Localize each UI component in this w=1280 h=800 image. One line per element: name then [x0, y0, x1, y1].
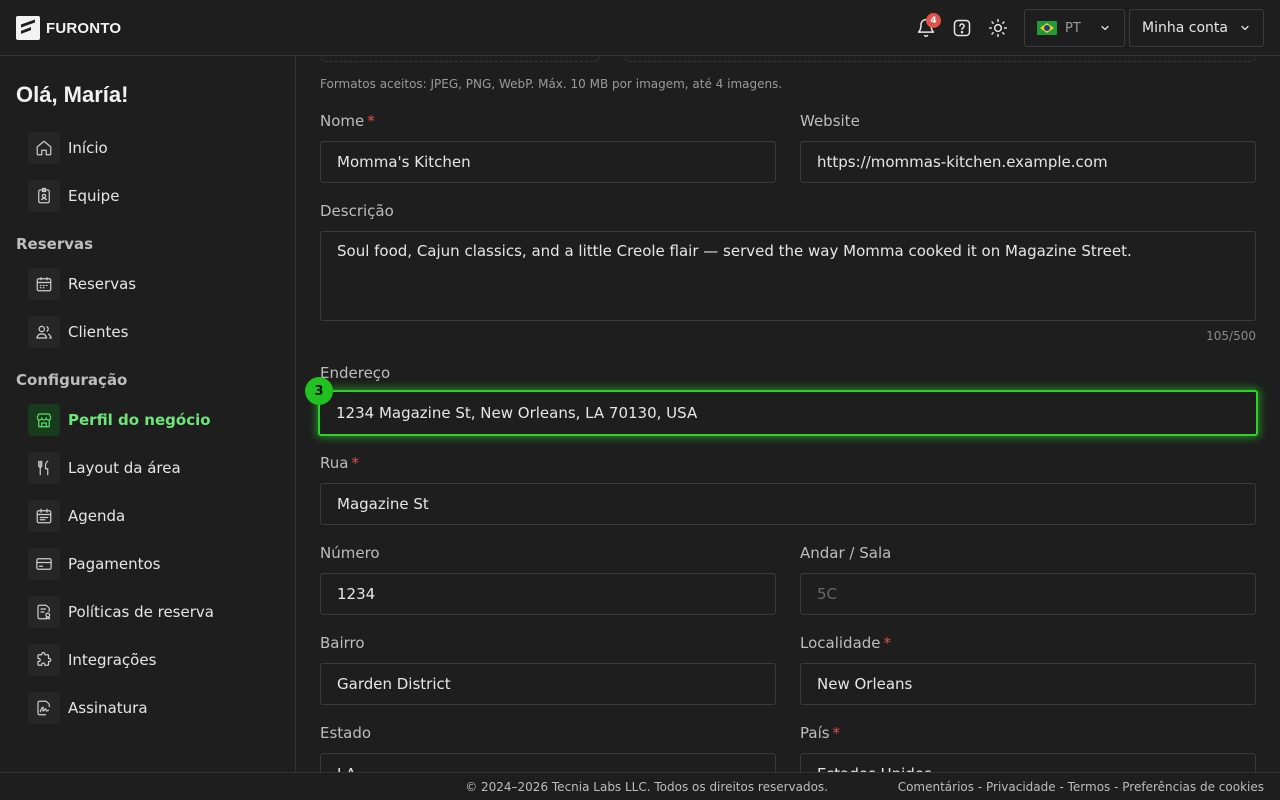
required-mark: *: [832, 724, 841, 742]
sidebar-item-pagamentos[interactable]: Pagamentos: [28, 548, 161, 580]
number-field[interactable]: 1234: [320, 573, 776, 615]
notifications-button[interactable]: 4: [908, 10, 944, 46]
required-mark: *: [351, 454, 359, 472]
brand-logo[interactable]: FURONTO: [16, 16, 121, 40]
floor-field[interactable]: 5C: [800, 573, 1256, 615]
notification-badge: 4: [926, 13, 941, 28]
footer-separator: -: [974, 780, 986, 794]
sidebar-item-politicas-de-reserva[interactable]: Políticas de reserva: [28, 596, 214, 628]
sidebar-item-label: Clientes: [68, 323, 129, 341]
sun-icon: [988, 18, 1008, 38]
calendar-list-icon: [28, 500, 60, 532]
description-char-counter: 105/500: [1206, 329, 1256, 343]
step-marker: 3: [305, 377, 333, 405]
address-label: Endereço: [320, 364, 391, 382]
sidebar-item-inicio[interactable]: Início: [28, 132, 108, 164]
chevron-down-icon: [1101, 25, 1109, 31]
footer-separator: -: [1055, 780, 1068, 794]
credit-card-icon: [28, 548, 60, 580]
floor-label: Andar / Sala: [800, 544, 892, 562]
website-label: Website: [800, 112, 860, 130]
address-field[interactable]: 1234 Magazine St, New Orleans, LA 70130,…: [318, 390, 1258, 436]
section-title-configuracao: Configuração: [16, 371, 128, 389]
sidebar-item-label: Início: [68, 139, 108, 157]
footer-links: Comentários - Privacidade - Termos - Pre…: [898, 780, 1264, 794]
sidebar-item-assinatura[interactable]: Assinatura: [28, 692, 148, 724]
sidebar-item-label: Políticas de reserva: [68, 603, 214, 621]
sidebar-item-label: Agenda: [68, 507, 126, 525]
copyright-text: © 2024–2026 Tecnia Labs LLC. Todos os di…: [465, 780, 828, 794]
home-icon: [28, 132, 60, 164]
calendar-icon: [28, 268, 60, 300]
sidebar-item-label: Assinatura: [68, 699, 148, 717]
top-actions: 4 PT Minha conta: [908, 9, 1264, 47]
account-menu-button[interactable]: Minha conta: [1129, 9, 1264, 47]
sidebar-item-label: Integrações: [68, 651, 157, 669]
chevron-down-icon: [1241, 25, 1249, 31]
sidebar-item-layout-da-area[interactable]: Layout da área: [28, 452, 181, 484]
sidebar-item-reservas[interactable]: Reservas: [28, 268, 136, 300]
footer-link-preferencias-de-cookies[interactable]: Preferências de cookies: [1122, 780, 1264, 794]
users-icon: [28, 316, 60, 348]
sidebar-item-label: Pagamentos: [68, 555, 161, 573]
sidebar-item-equipe[interactable]: Equipe: [28, 180, 119, 212]
sidebar-item-perfil-do-negocio[interactable]: Perfil do negócio: [28, 404, 211, 436]
state-field[interactable]: LA: [320, 753, 776, 772]
state-label: Estado: [320, 724, 372, 742]
name-field[interactable]: Momma's Kitchen: [320, 141, 776, 183]
description-textarea[interactable]: Soul food, Cajun classics, and a little …: [320, 231, 1256, 321]
top-bar: FURONTO 4 PT Minha conta: [0, 0, 1280, 56]
required-mark: *: [367, 112, 375, 130]
brand-name: FURONTO: [46, 19, 122, 37]
image-format-hint: Formatos aceitos: JPEG, PNG, WebP. Máx. …: [320, 77, 783, 91]
footer: © 2024–2026 Tecnia Labs LLC. Todos os di…: [0, 772, 1280, 800]
sidebar-item-label: Equipe: [68, 187, 120, 205]
neighborhood-field[interactable]: Garden District: [320, 663, 776, 705]
locality-label: Localidade *: [800, 634, 892, 652]
name-label: Nome *: [320, 112, 375, 130]
language-code: PT: [1065, 20, 1081, 36]
website-field[interactable]: https://mommas-kitchen.example.com: [800, 141, 1256, 183]
help-icon: [953, 19, 971, 37]
footer-link-privacidade[interactable]: Privacidade: [986, 780, 1056, 794]
country-label: País *: [800, 724, 841, 742]
sidebar-item-agenda[interactable]: Agenda: [28, 500, 125, 532]
theme-toggle-button[interactable]: [980, 10, 1016, 46]
image-dropzone[interactable]: [320, 56, 600, 62]
puzzle-icon: [28, 644, 60, 676]
utensils-icon: [28, 452, 60, 484]
footer-link-comentarios[interactable]: Comentários: [898, 780, 974, 794]
street-field[interactable]: Magazine St: [320, 483, 1256, 525]
account-label: Minha conta: [1142, 20, 1228, 36]
greeting: Olá, María!: [16, 82, 129, 107]
policy-document-icon: [28, 596, 60, 628]
country-field[interactable]: Estados Unidos: [800, 753, 1256, 772]
street-label: Rua *: [320, 454, 359, 472]
footer-separator: -: [1110, 780, 1123, 794]
business-profile-form: Formatos aceitos: JPEG, PNG, WebP. Máx. …: [296, 56, 1280, 772]
storefront-icon: [28, 404, 60, 436]
neighborhood-label: Bairro: [320, 634, 365, 652]
footer-link-termos[interactable]: Termos: [1068, 780, 1111, 794]
language-selector[interactable]: PT: [1024, 9, 1125, 47]
section-title-reservas: Reservas: [16, 235, 94, 253]
required-mark: *: [883, 634, 892, 652]
sidebar-item-label: Reservas: [68, 275, 137, 293]
image-dropzone[interactable]: [624, 56, 1256, 62]
sidebar-item-clientes[interactable]: Clientes: [28, 316, 128, 348]
badge-id-icon: [28, 180, 60, 212]
help-button[interactable]: [944, 10, 980, 46]
sidebar-item-label: Perfil do negócio: [68, 411, 211, 429]
sidebar-item-integracoes[interactable]: Integrações: [28, 644, 156, 676]
locality-field[interactable]: New Orleans: [800, 663, 1256, 705]
number-label: Número: [320, 544, 380, 562]
logo-mark-icon: [16, 16, 40, 40]
brazil-flag-icon: [1037, 21, 1057, 35]
description-label: Descrição: [320, 202, 394, 220]
signature-icon: [28, 692, 60, 724]
sidebar: Olá, María! Início Equipe Reservas Reser…: [0, 56, 296, 772]
sidebar-item-label: Layout da área: [68, 459, 181, 477]
